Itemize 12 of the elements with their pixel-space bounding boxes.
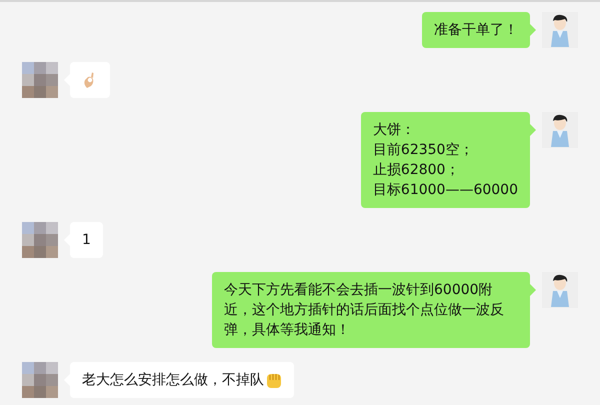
fist-icon: [266, 371, 282, 389]
message-text: 止损62800；: [372, 161, 460, 180]
message-text: 老大怎么安排怎么做，不掉队: [82, 371, 264, 390]
message-text: 目前62350空；: [372, 141, 474, 160]
avatar-icon: [542, 12, 578, 48]
message-text: 今天下方先看能不会去插一波针到60000附近，这个地方插针的话后面找个点位做一波反弹，具体等我通知！: [224, 281, 505, 340]
avatar-icon: [542, 112, 578, 148]
message-text: 1: [82, 231, 91, 250]
message-text: 大饼：: [372, 121, 416, 140]
message-text: 目标61000——60000: [372, 181, 518, 200]
avatar-icon: [542, 272, 578, 308]
message-text: 准备干单了！: [434, 21, 518, 40]
